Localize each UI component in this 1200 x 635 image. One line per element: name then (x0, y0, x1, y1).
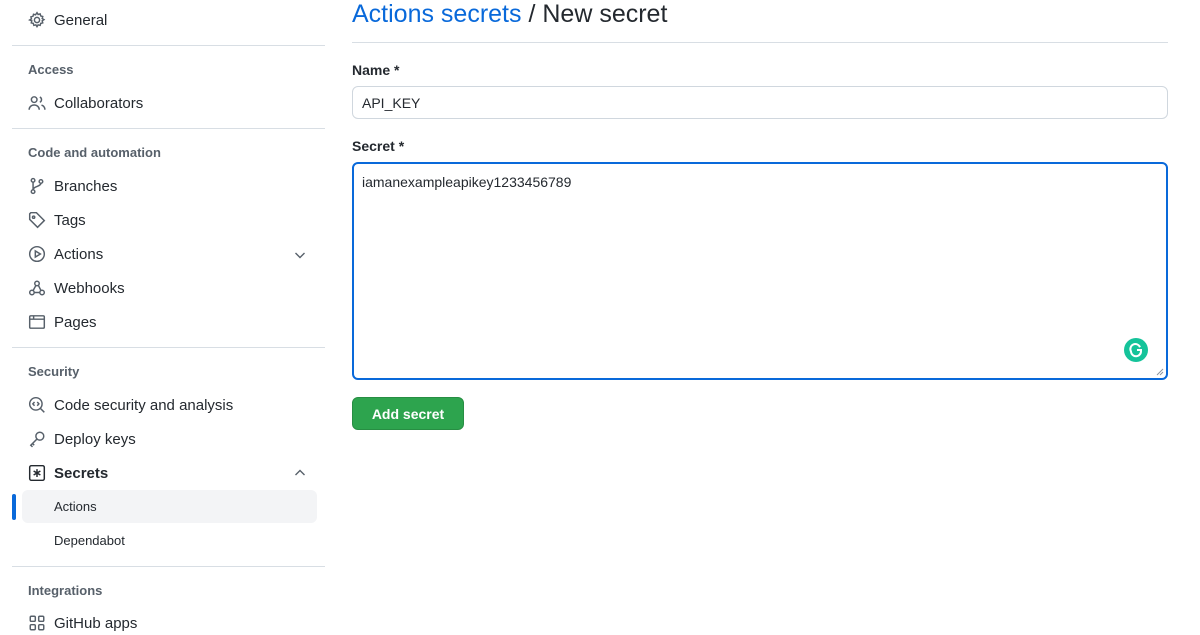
key-icon (28, 430, 46, 448)
sidebar-item-secrets[interactable]: Secrets (28, 461, 108, 485)
secret-label: Secret * (352, 138, 405, 154)
sidebar-item-collaborators[interactable]: Collaborators (28, 91, 143, 115)
sidebar-item-label: Webhooks (54, 279, 125, 297)
sidebar-item-webhooks[interactable]: Webhooks (28, 276, 125, 300)
sidebar-item-code-security[interactable]: Code security and analysis (28, 393, 233, 417)
sidebar-item-pages[interactable]: Pages (28, 310, 97, 334)
secret-value: iamanexampleapikey1233456789 (362, 174, 572, 190)
sidebar-item-label: Actions (54, 245, 104, 263)
main-content: Actions secrets / New secret Name * API_… (352, 0, 1168, 628)
add-secret-button[interactable]: Add secret (352, 397, 464, 430)
play-icon (28, 245, 46, 263)
sidebar-item-github-apps[interactable]: GitHub apps (28, 611, 137, 635)
name-label: Name * (352, 62, 400, 78)
sidebar-item-label: Secrets (54, 464, 109, 482)
sidebar-item-label: General (54, 11, 108, 29)
sidebar-item-label: Pages (54, 313, 97, 331)
active-indicator (12, 494, 16, 520)
sidebar-divider (12, 45, 325, 46)
sidebar-divider (12, 347, 325, 348)
chevron-up-icon[interactable] (292, 465, 308, 481)
asterisk-icon (28, 464, 46, 482)
breadcrumb-current: New secret (542, 0, 668, 28)
codescan-icon (28, 396, 46, 414)
heading-divider (352, 42, 1168, 43)
chevron-down-icon[interactable] (292, 247, 308, 263)
section-title-security: Security (28, 364, 80, 379)
sidebar-divider (12, 566, 325, 567)
sidebar-item-label: Code security and analysis (54, 396, 234, 414)
sidebar-subitem-dependabot[interactable]: Dependabot (22, 524, 317, 557)
webhook-icon (28, 279, 46, 297)
sidebar-item-label: Branches (54, 177, 118, 195)
sidebar-item-label: Tags (54, 211, 86, 229)
secret-textarea[interactable]: iamanexampleapikey1233456789 (352, 162, 1168, 380)
breadcrumb-link-actions-secrets[interactable]: Actions secrets (352, 0, 522, 28)
resize-handle-icon[interactable] (1156, 368, 1164, 376)
sidebar-item-label: GitHub apps (54, 614, 138, 632)
page-title: Actions secrets / New secret (352, 0, 667, 32)
sidebar-item-actions[interactable]: Actions (28, 242, 103, 266)
sidebar-item-tags[interactable]: Tags (28, 208, 86, 232)
gear-icon (28, 11, 46, 29)
tag-icon (28, 211, 46, 229)
sidebar-item-deploy-keys[interactable]: Deploy keys (28, 427, 136, 451)
grammarly-icon[interactable] (1124, 338, 1148, 362)
settings-sidebar: General Access Collaborators Code and au… (0, 0, 326, 632)
apps-icon (28, 614, 46, 632)
sidebar-subitem-actions[interactable]: Actions (22, 490, 317, 523)
sidebar-item-branches[interactable]: Branches (28, 174, 117, 198)
section-title-code-automation: Code and automation (28, 145, 161, 160)
people-icon (28, 94, 46, 112)
breadcrumb-separator: / (521, 0, 543, 28)
git-branch-icon (28, 177, 46, 195)
browser-icon (28, 313, 46, 331)
sidebar-divider (12, 128, 325, 129)
name-input[interactable]: API_KEY (352, 86, 1168, 119)
sidebar-item-label: Deploy keys (54, 430, 136, 448)
sidebar-item-general[interactable]: General (28, 8, 107, 32)
sidebar-item-label: Collaborators (54, 94, 144, 112)
section-title-integrations: Integrations (28, 583, 103, 598)
section-title-access: Access (28, 62, 74, 77)
